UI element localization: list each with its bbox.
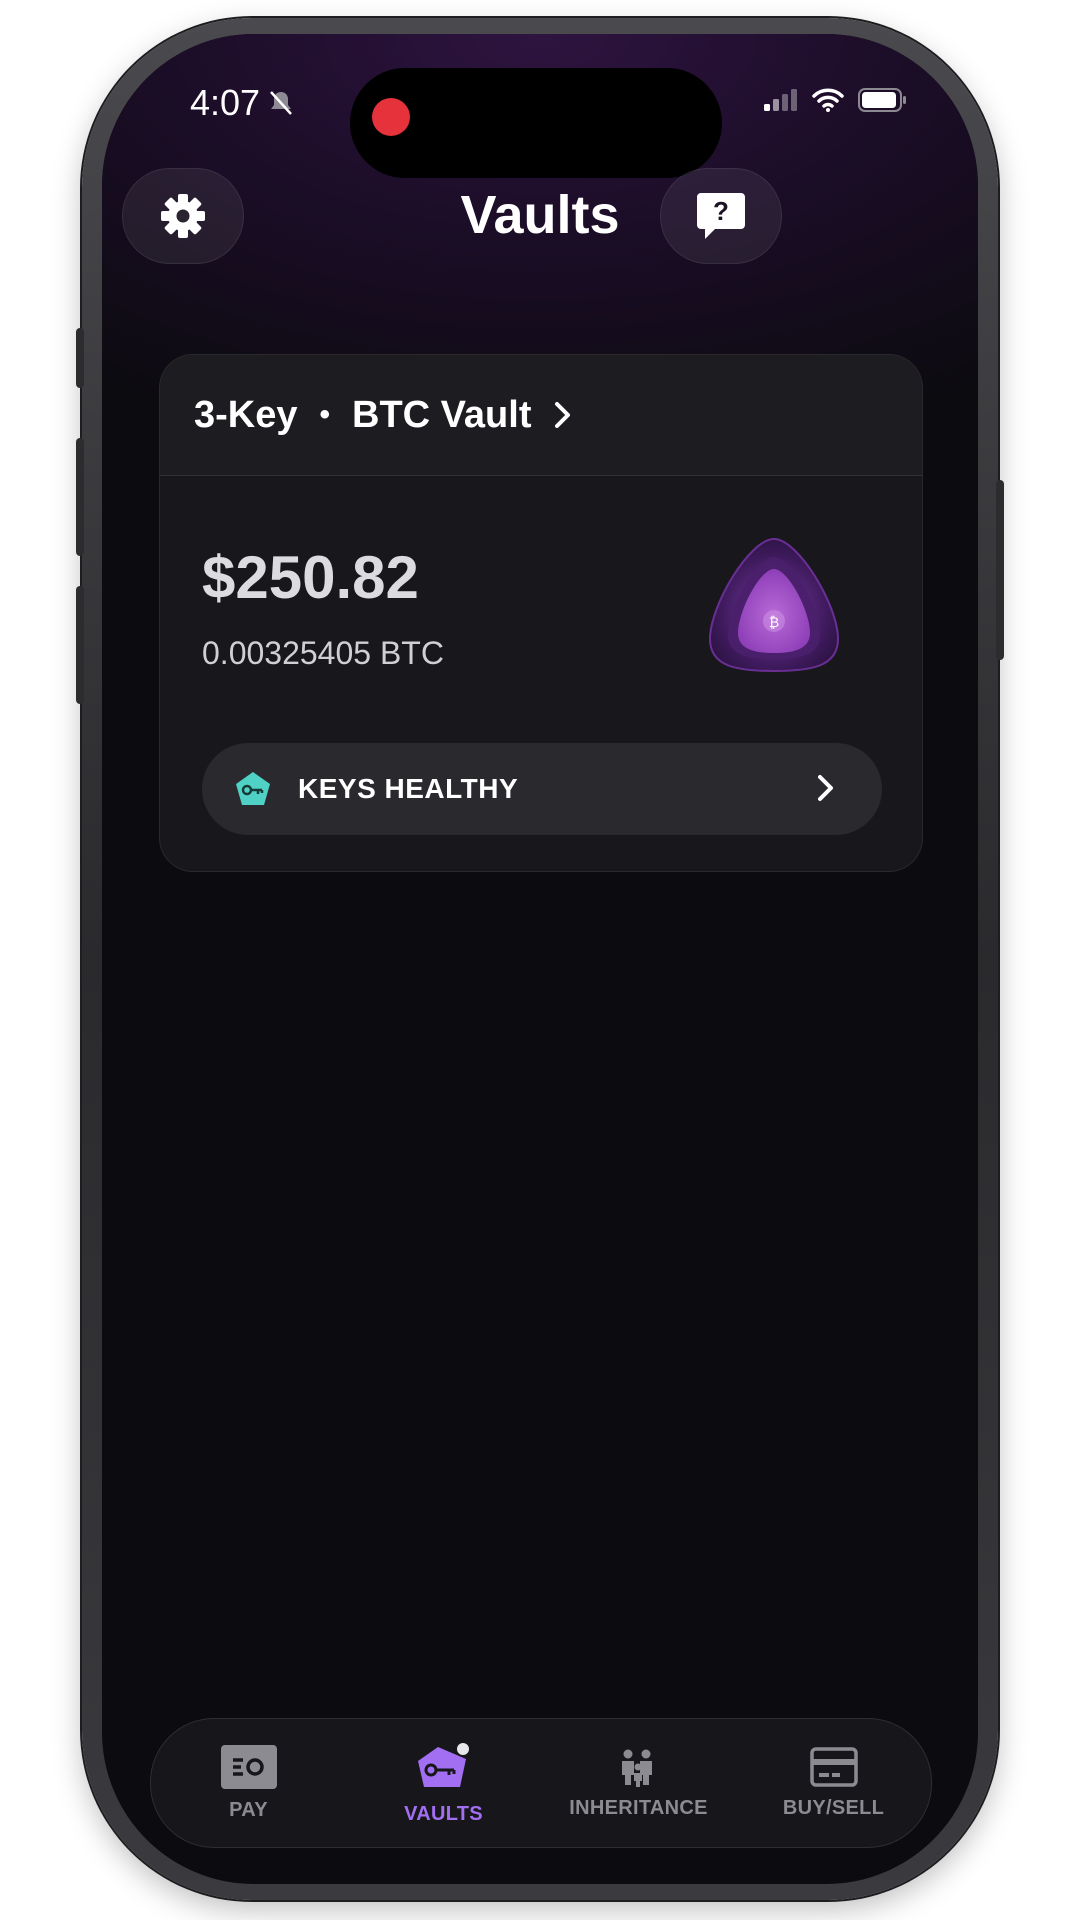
volume-down-button [76, 586, 84, 704]
card-icon [809, 1746, 858, 1787]
pay-icon [220, 1744, 277, 1789]
volume-up-button [76, 438, 84, 556]
tab-pay-label: PAY [229, 1798, 268, 1821]
svg-text:?: ? [713, 196, 729, 226]
help-button[interactable]: ? [660, 168, 782, 264]
vault-key-icon [417, 1740, 471, 1787]
battery-icon [858, 88, 906, 112]
key-count-label: 3-Key [194, 393, 298, 436]
app-screen: 4:07 Vaults ? 3-Key • BTC Vault $250.82 … [102, 34, 978, 1884]
power-button [996, 480, 1004, 660]
keys-health-row[interactable]: KEYS HEALTHY [202, 743, 882, 835]
tab-buy-sell-label: BUY/SELL [782, 1796, 885, 1819]
svg-text:₿: ₿ [769, 615, 779, 631]
chevron-right-icon [555, 402, 571, 428]
family-icon [621, 1749, 652, 1787]
bottom-tab-bar: PAY VAULTS INHERITANCE BUY/SELL [150, 1718, 932, 1848]
tab-inheritance-label: INHERITANCE [569, 1796, 708, 1819]
dynamic-island [350, 68, 722, 178]
bell-muted-icon [270, 91, 293, 115]
time-label: 4:07 [190, 82, 261, 123]
tab-vaults[interactable]: VAULTS [346, 1719, 541, 1847]
status-icons [764, 88, 908, 112]
key-shield-icon [236, 772, 270, 805]
tab-vaults-label: VAULTS [404, 1802, 483, 1825]
btc-balance: 0.00325405 BTC [202, 635, 444, 671]
vault-name-label: BTC Vault [352, 393, 532, 436]
tab-inheritance[interactable]: INHERITANCE [541, 1719, 736, 1847]
status-bar-time: 4:07 [190, 82, 294, 124]
bitcoin-vault-icon: ₿ [708, 537, 840, 673]
tab-buy-sell[interactable]: BUY/SELL [736, 1719, 931, 1847]
page-title: Vaults [460, 185, 620, 245]
recording-indicator-icon [372, 98, 410, 136]
vault-card-header[interactable]: 3-Key • BTC Vault [160, 355, 922, 476]
tab-pay[interactable]: PAY [151, 1719, 346, 1847]
keys-status-label: KEYS HEALTHY [298, 773, 519, 804]
vault-card[interactable]: 3-Key • BTC Vault $250.82 0.00325405 BTC [159, 354, 923, 872]
chevron-right-icon [818, 775, 833, 801]
cellular-signal-icon [764, 89, 797, 111]
wifi-icon [812, 88, 844, 112]
action-button [76, 328, 84, 388]
fiat-balance: $250.82 [202, 544, 419, 611]
help-chat-icon: ? [697, 193, 745, 239]
separator-dot: • [319, 398, 331, 431]
